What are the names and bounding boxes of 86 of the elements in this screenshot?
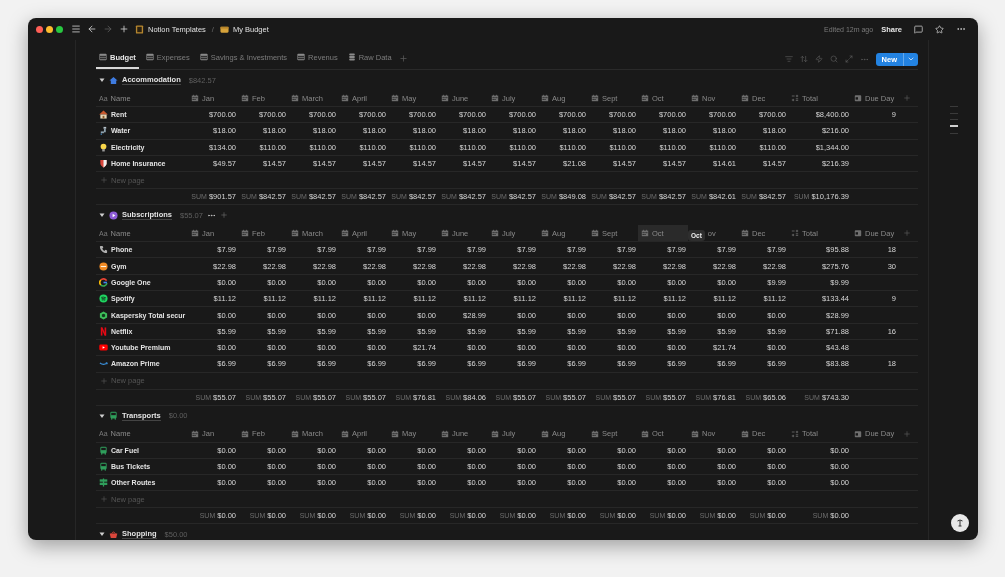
calendar-icon [641, 429, 649, 438]
calendar-icon [241, 229, 249, 238]
table-icon [145, 53, 154, 61]
wallet-icon [219, 24, 229, 34]
calendar-icon [341, 429, 349, 438]
calendar-icon [291, 94, 299, 102]
close-button[interactable] [36, 25, 43, 33]
sound-waves-logo-icon [99, 294, 108, 304]
calendar-icon [441, 429, 449, 438]
calendar-icon [741, 229, 749, 238]
card-icon [854, 229, 862, 238]
calendar-icon [691, 94, 699, 102]
card-icon [854, 94, 862, 102]
bus-icon [99, 462, 108, 471]
phone-icon [99, 245, 108, 255]
sort-icon[interactable] [799, 55, 808, 63]
calendar-icon [441, 94, 449, 102]
caret-icon[interactable] [99, 77, 105, 83]
calendar-icon [641, 94, 649, 102]
calendar-icon [341, 229, 349, 238]
light-bulb-icon [99, 142, 108, 152]
star-icon[interactable] [935, 24, 944, 34]
help-button[interactable] [951, 514, 969, 532]
calendar-icon [441, 229, 449, 238]
plus-icon[interactable] [119, 24, 129, 34]
calendar-icon [591, 94, 599, 102]
calendar-icon [491, 429, 499, 438]
basket-icon [109, 529, 118, 539]
faucet-icon [99, 126, 108, 136]
house-icon [109, 75, 118, 85]
calendar-icon [391, 94, 399, 102]
bus-icon [109, 411, 118, 421]
stripes-logo-icon [99, 326, 108, 336]
comment-icon[interactable] [914, 24, 923, 34]
bus-icon [99, 445, 108, 455]
calendar-icon [541, 94, 549, 102]
table-icon [297, 53, 306, 61]
add-view-icon[interactable] [398, 54, 408, 63]
expand-icon[interactable] [844, 55, 853, 63]
menu-icon[interactable] [71, 24, 81, 34]
hexagon-logo-icon [99, 310, 108, 320]
calendar-icon [191, 429, 199, 438]
signpost-icon [99, 478, 108, 488]
calendar-icon [191, 229, 199, 238]
calendar-icon [541, 229, 549, 238]
calendar-icon [291, 429, 299, 438]
search-icon[interactable] [829, 55, 838, 63]
caret-icon[interactable] [99, 212, 105, 219]
calendar-icon [641, 229, 649, 238]
calendar-icon [691, 429, 699, 438]
back-icon[interactable] [87, 24, 97, 34]
calendar-icon [391, 229, 399, 238]
play-circle-icon [109, 210, 118, 220]
caret-icon[interactable] [99, 412, 105, 419]
database-icon [347, 53, 356, 61]
calendar-icon [741, 429, 749, 438]
calendar-icon [241, 94, 249, 102]
calendar-icon [741, 94, 749, 102]
outline-marks-icon[interactable] [948, 105, 959, 137]
help-icon [955, 518, 965, 528]
calendar-icon [541, 429, 549, 438]
house-icon [99, 110, 108, 120]
calendar-icon [341, 94, 349, 102]
caret-icon[interactable] [99, 531, 105, 538]
calendar-icon [191, 94, 199, 102]
calendar-icon [591, 429, 599, 438]
card-icon [854, 429, 862, 438]
zoom-button[interactable] [56, 25, 63, 33]
plus-minus-icon [791, 229, 799, 238]
table-icon [199, 53, 208, 61]
ring-logo-icon [99, 277, 108, 287]
circle-logo-icon [99, 261, 108, 271]
minimize-button[interactable] [46, 25, 53, 33]
notebook-icon [135, 24, 144, 34]
calendar-icon [241, 429, 249, 438]
plus-minus-icon [791, 94, 799, 102]
plus-minus-icon [791, 429, 799, 438]
calendar-icon [291, 229, 299, 238]
forward-icon[interactable] [103, 24, 113, 34]
calendar-icon [491, 94, 499, 102]
shield-icon [99, 159, 108, 169]
calendar-icon [391, 429, 399, 438]
play-logo-icon [99, 343, 108, 353]
calendar-icon [591, 229, 599, 238]
calendar-icon [491, 229, 499, 238]
table-icon [99, 53, 107, 61]
